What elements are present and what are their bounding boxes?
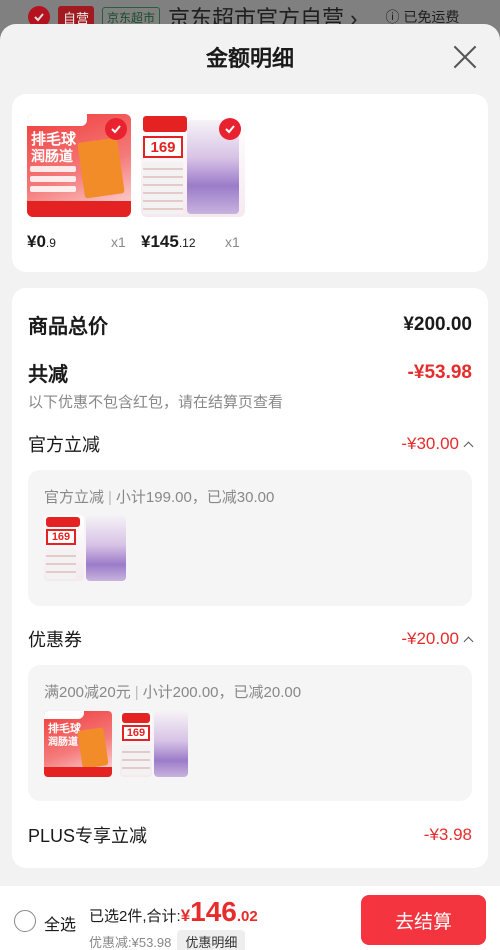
selected-total: 已选2件,合计: ¥ 146 .02 — [89, 896, 258, 927]
sheet-header: 金额明细 — [0, 24, 500, 90]
coupon-detail: 满200减20元 | 小计200.00，已减20.00 排毛球 润肠道 169 — [28, 665, 472, 801]
official-discount-value: -¥30.00 — [401, 434, 459, 453]
sheet-title: 金额明细 — [205, 46, 294, 71]
total-price-value: ¥200.00 — [403, 313, 472, 335]
discount-note: 以下优惠不包含红包，请在结算页查看 — [28, 394, 284, 411]
product-thumbnail — [154, 711, 188, 777]
product-item[interactable]: 排毛球 润肠道 ¥0.9 x1 — [27, 114, 131, 251]
product-price: ¥0.9 — [27, 232, 56, 251]
product-thumbnail — [86, 515, 126, 581]
checkout-button[interactable]: 去结算 — [361, 895, 486, 945]
product-thumbnail: 排毛球 润肠道 — [44, 711, 112, 777]
product-item[interactable]: 169 ¥145.12 x1 — [141, 114, 245, 251]
selected-check-icon — [219, 118, 241, 140]
plus-discount-label: PLUS专享立减 — [28, 826, 148, 846]
coupon-label: 优惠券 — [28, 630, 82, 650]
coupon-row[interactable]: 优惠券 -¥20.00 — [28, 626, 474, 652]
product-thumbnail: 169 — [120, 711, 152, 777]
coupon-detail-text: 满200减20元 | 小计200.00，已减20.00 — [44, 684, 302, 701]
close-icon[interactable] — [452, 44, 478, 70]
total-reduce-row: 共减 -¥53.98 — [28, 358, 472, 387]
product-thumbnail: 169 — [44, 515, 84, 581]
discount-amount: 优惠减:¥53.98 — [89, 935, 172, 950]
official-discount-label: 官方立减 — [28, 435, 100, 455]
product-quantity: x1 — [111, 234, 126, 250]
price-summary-card: 商品总价 ¥200.00 共减 -¥53.98 以下优惠不包含红包，请在结算页查… — [12, 288, 488, 868]
total-reduce-value: -¥53.98 — [407, 361, 472, 383]
product-image-catfood: 169 — [141, 114, 245, 217]
select-all-label[interactable]: 全选 — [44, 911, 76, 935]
product-price: ¥145.12 — [141, 232, 196, 251]
official-discount-detail-text: 官方立减 | 小计199.00，已减30.00 — [44, 489, 275, 506]
coupon-value: -¥20.00 — [401, 629, 459, 648]
chevron-up-icon — [463, 441, 474, 451]
products-card: 排毛球 润肠道 ¥0.9 x1 169 ¥145.12 x1 — [12, 94, 488, 272]
total-price-label: 商品总价 — [28, 316, 108, 338]
product-quantity: x1 — [225, 234, 240, 250]
official-discount-row[interactable]: 官方立减 -¥30.00 — [28, 431, 474, 457]
selected-check-icon — [105, 118, 127, 140]
total-amount: 146 — [190, 896, 237, 927]
checkout-bar: 全选 已选2件,合计: ¥ 146 .02 优惠减:¥53.98 优惠明细 去结… — [0, 886, 500, 950]
discount-line: 优惠减:¥53.98 优惠明细 — [89, 930, 246, 950]
plus-discount-value: -¥3.98 — [423, 825, 472, 844]
plus-discount-row: PLUS专享立减 -¥3.98 — [28, 822, 472, 848]
discount-detail-button[interactable]: 优惠明细 — [177, 930, 246, 950]
official-discount-detail: 官方立减 | 小计199.00，已减30.00 169 — [28, 470, 472, 606]
amount-detail-sheet: 金额明细 排毛球 润肠道 ¥0.9 x1 169 ¥145.12 x1 商品总价… — [0, 24, 500, 950]
product-image-hairball: 排毛球 润肠道 — [27, 114, 131, 217]
total-reduce-label: 共减 — [28, 364, 68, 386]
chevron-up-icon — [463, 636, 474, 646]
total-price-row: 商品总价 ¥200.00 — [28, 310, 472, 339]
select-all-radio[interactable] — [14, 910, 36, 932]
